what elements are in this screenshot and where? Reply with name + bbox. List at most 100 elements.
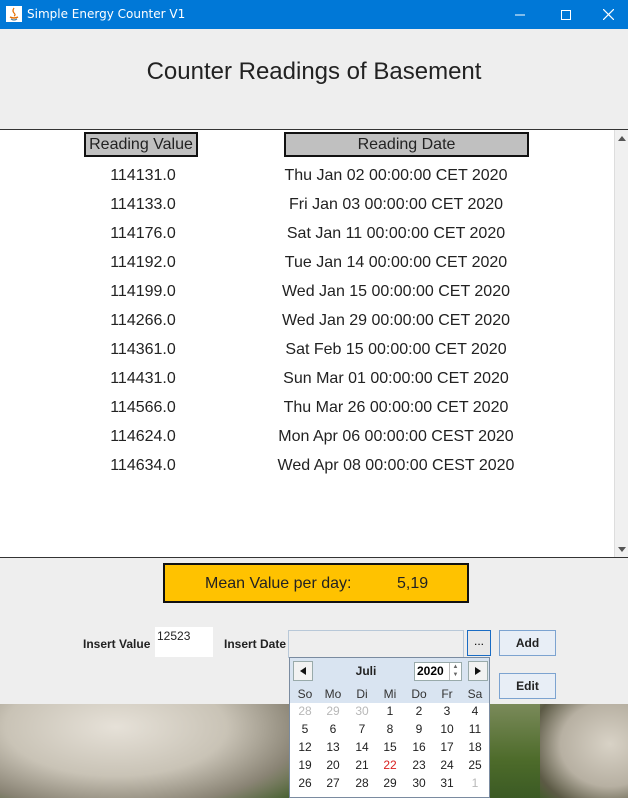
add-button[interactable]: Add <box>499 630 556 656</box>
calendar-day[interactable]: 16 <box>405 738 433 756</box>
app-window: Simple Energy Counter V1 Counter Reading… <box>0 0 628 798</box>
calendar-day[interactable]: 1 <box>376 702 404 720</box>
table-row[interactable]: 114266.0 Wed Jan 29 00:00:00 CET 2020 <box>0 306 614 335</box>
calendar-day[interactable]: 1 <box>461 774 489 792</box>
calendar-weekday-label: Mi <box>383 687 397 701</box>
calendar-day[interactable]: 4 <box>461 702 489 720</box>
reading-value-cell: 114266.0 <box>110 312 176 329</box>
calendar-day[interactable]: 17 <box>433 738 461 756</box>
calendar-day[interactable]: 3 <box>433 702 461 720</box>
calendar-day[interactable]: 7 <box>348 720 376 738</box>
window-title: Simple Energy Counter V1 <box>27 7 186 21</box>
calendar-header: Juli 2020 ▲ ▼ <box>290 658 489 685</box>
calendar-day[interactable]: 26 <box>291 774 319 792</box>
table-row[interactable]: 114133.0 Fri Jan 03 00:00:00 CET 2020 <box>0 190 614 219</box>
calendar-day[interactable]: 19 <box>291 756 319 774</box>
mean-value-panel: Mean Value per day: 5,19 <box>163 563 469 603</box>
calendar-day[interactable]: 28 <box>291 702 319 720</box>
calendar-day[interactable]: 29 <box>376 774 404 792</box>
reading-date-cell: Sun Mar 01 00:00:00 CET 2020 <box>283 370 509 387</box>
edit-button[interactable]: Edit <box>499 673 556 699</box>
calendar-day[interactable]: 12 <box>291 738 319 756</box>
calendar-day[interactable]: 27 <box>319 774 347 792</box>
calendar-weekday-label: Do <box>411 687 427 701</box>
date-picker-button[interactable]: ... <box>467 630 491 656</box>
calendar-day[interactable]: 9 <box>405 720 433 738</box>
calendar-day[interactable]: 23 <box>405 756 433 774</box>
close-icon <box>603 9 614 20</box>
calendar-day[interactable]: 18 <box>461 738 489 756</box>
calendar-day[interactable]: 30 <box>405 774 433 792</box>
calendar-day[interactable]: 28 <box>348 774 376 792</box>
calendar-month[interactable]: Juli <box>314 664 418 678</box>
calendar-day[interactable]: 13 <box>319 738 347 756</box>
close-button[interactable] <box>589 0 628 29</box>
calendar-weekday-label: Di <box>356 687 368 701</box>
reading-value-cell: 114431.0 <box>110 370 176 387</box>
reading-value-cell: 114131.0 <box>110 167 176 184</box>
calendar-day[interactable]: 30 <box>348 702 376 720</box>
minimize-icon <box>515 14 525 15</box>
reading-date-cell: Sat Feb 15 00:00:00 CET 2020 <box>285 341 507 358</box>
reading-value-cell: 114176.0 <box>110 225 176 242</box>
reading-date-cell: Wed Jan 15 00:00:00 CET 2020 <box>281 283 510 300</box>
calendar-popup[interactable]: Juli 2020 ▲ ▼ So Mo Di Mi Do Fr Sa 28 29 30 1 2 3 4 5 6 7… <box>289 657 490 798</box>
calendar-weekday-label: Sa <box>467 687 483 701</box>
photo-fur-left <box>0 704 290 798</box>
calendar-day[interactable]: 22 <box>376 756 404 774</box>
calendar-day[interactable]: 20 <box>319 756 347 774</box>
table-row[interactable]: 114361.0 Sat Feb 15 00:00:00 CET 2020 <box>0 335 614 364</box>
calendar-day[interactable]: 10 <box>433 720 461 738</box>
maximize-button[interactable] <box>543 0 589 29</box>
calendar-day[interactable]: 8 <box>376 720 404 738</box>
table-row[interactable]: 114634.0 Wed Apr 08 00:00:00 CEST 2020 <box>0 451 614 480</box>
calendar-weekday-label: Fr <box>441 687 453 701</box>
minimize-button[interactable] <box>497 0 543 29</box>
calendar-day[interactable]: 29 <box>319 702 347 720</box>
table-row[interactable]: 114431.0 Sun Mar 01 00:00:00 CET 2020 <box>0 364 614 393</box>
spinner-arrows-icon[interactable]: ▲ ▼ <box>449 663 461 680</box>
previous-month-button[interactable] <box>293 661 313 681</box>
scroll-down-button[interactable] <box>615 541 628 557</box>
insert-value-input[interactable]: 12523 <box>154 626 214 658</box>
reading-date-cell: Wed Jan 29 00:00:00 CET 2020 <box>281 312 510 329</box>
column-header-value[interactable]: Reading Value <box>84 132 198 157</box>
calendar-weekday-label: So <box>297 687 313 701</box>
insert-value-label: Insert Value <box>83 637 151 651</box>
title-bar[interactable]: Simple Energy Counter V1 <box>0 0 628 29</box>
table-row[interactable]: 114624.0 Mon Apr 06 00:00:00 CEST 2020 <box>0 422 614 451</box>
vertical-scrollbar[interactable] <box>614 130 628 557</box>
calendar-day[interactable]: 2 <box>405 702 433 720</box>
page-title: Counter Readings of Basement <box>146 58 482 85</box>
chevron-right-icon <box>475 667 481 675</box>
readings-table[interactable]: Reading Value Reading Date 114131.0 Thu J… <box>0 129 628 558</box>
reading-value-cell: 114192.0 <box>110 254 176 271</box>
calendar-day[interactable]: 11 <box>461 720 489 738</box>
calendar-day[interactable]: 25 <box>461 756 489 774</box>
java-app-icon <box>6 6 22 22</box>
insert-date-input[interactable] <box>288 630 464 658</box>
scroll-up-button[interactable] <box>615 130 628 146</box>
table-row[interactable]: 114566.0 Thu Mar 26 00:00:00 CET 2020 <box>0 393 614 422</box>
calendar-year-spinner[interactable]: 2020 ▲ ▼ <box>414 662 462 681</box>
calendar-year: 2020 <box>417 664 444 678</box>
mean-value: 5,19 <box>397 575 429 592</box>
calendar-day[interactable]: 15 <box>376 738 404 756</box>
chevron-down-icon <box>618 546 626 552</box>
column-header-date[interactable]: Reading Date <box>284 132 529 157</box>
table-row[interactable]: 114192.0 Tue Jan 14 00:00:00 CET 2020 <box>0 248 614 277</box>
table-row[interactable]: 114199.0 Wed Jan 15 00:00:00 CET 2020 <box>0 277 614 306</box>
reading-value-cell: 114634.0 <box>110 457 176 474</box>
calendar-day[interactable]: 6 <box>319 720 347 738</box>
next-month-button[interactable] <box>468 661 488 681</box>
reading-value-cell: 114566.0 <box>110 399 176 416</box>
calendar-day[interactable]: 21 <box>348 756 376 774</box>
chevron-up-icon <box>618 135 626 141</box>
calendar-day[interactable]: 5 <box>291 720 319 738</box>
calendar-day[interactable]: 31 <box>433 774 461 792</box>
calendar-day[interactable]: 24 <box>433 756 461 774</box>
table-row[interactable]: 114131.0 Thu Jan 02 00:00:00 CET 2020 <box>0 161 614 190</box>
table-row[interactable]: 114176.0 Sat Jan 11 00:00:00 CET 2020 <box>0 219 614 248</box>
calendar-day[interactable]: 14 <box>348 738 376 756</box>
reading-date-cell: Thu Mar 26 00:00:00 CET 2020 <box>283 399 509 416</box>
